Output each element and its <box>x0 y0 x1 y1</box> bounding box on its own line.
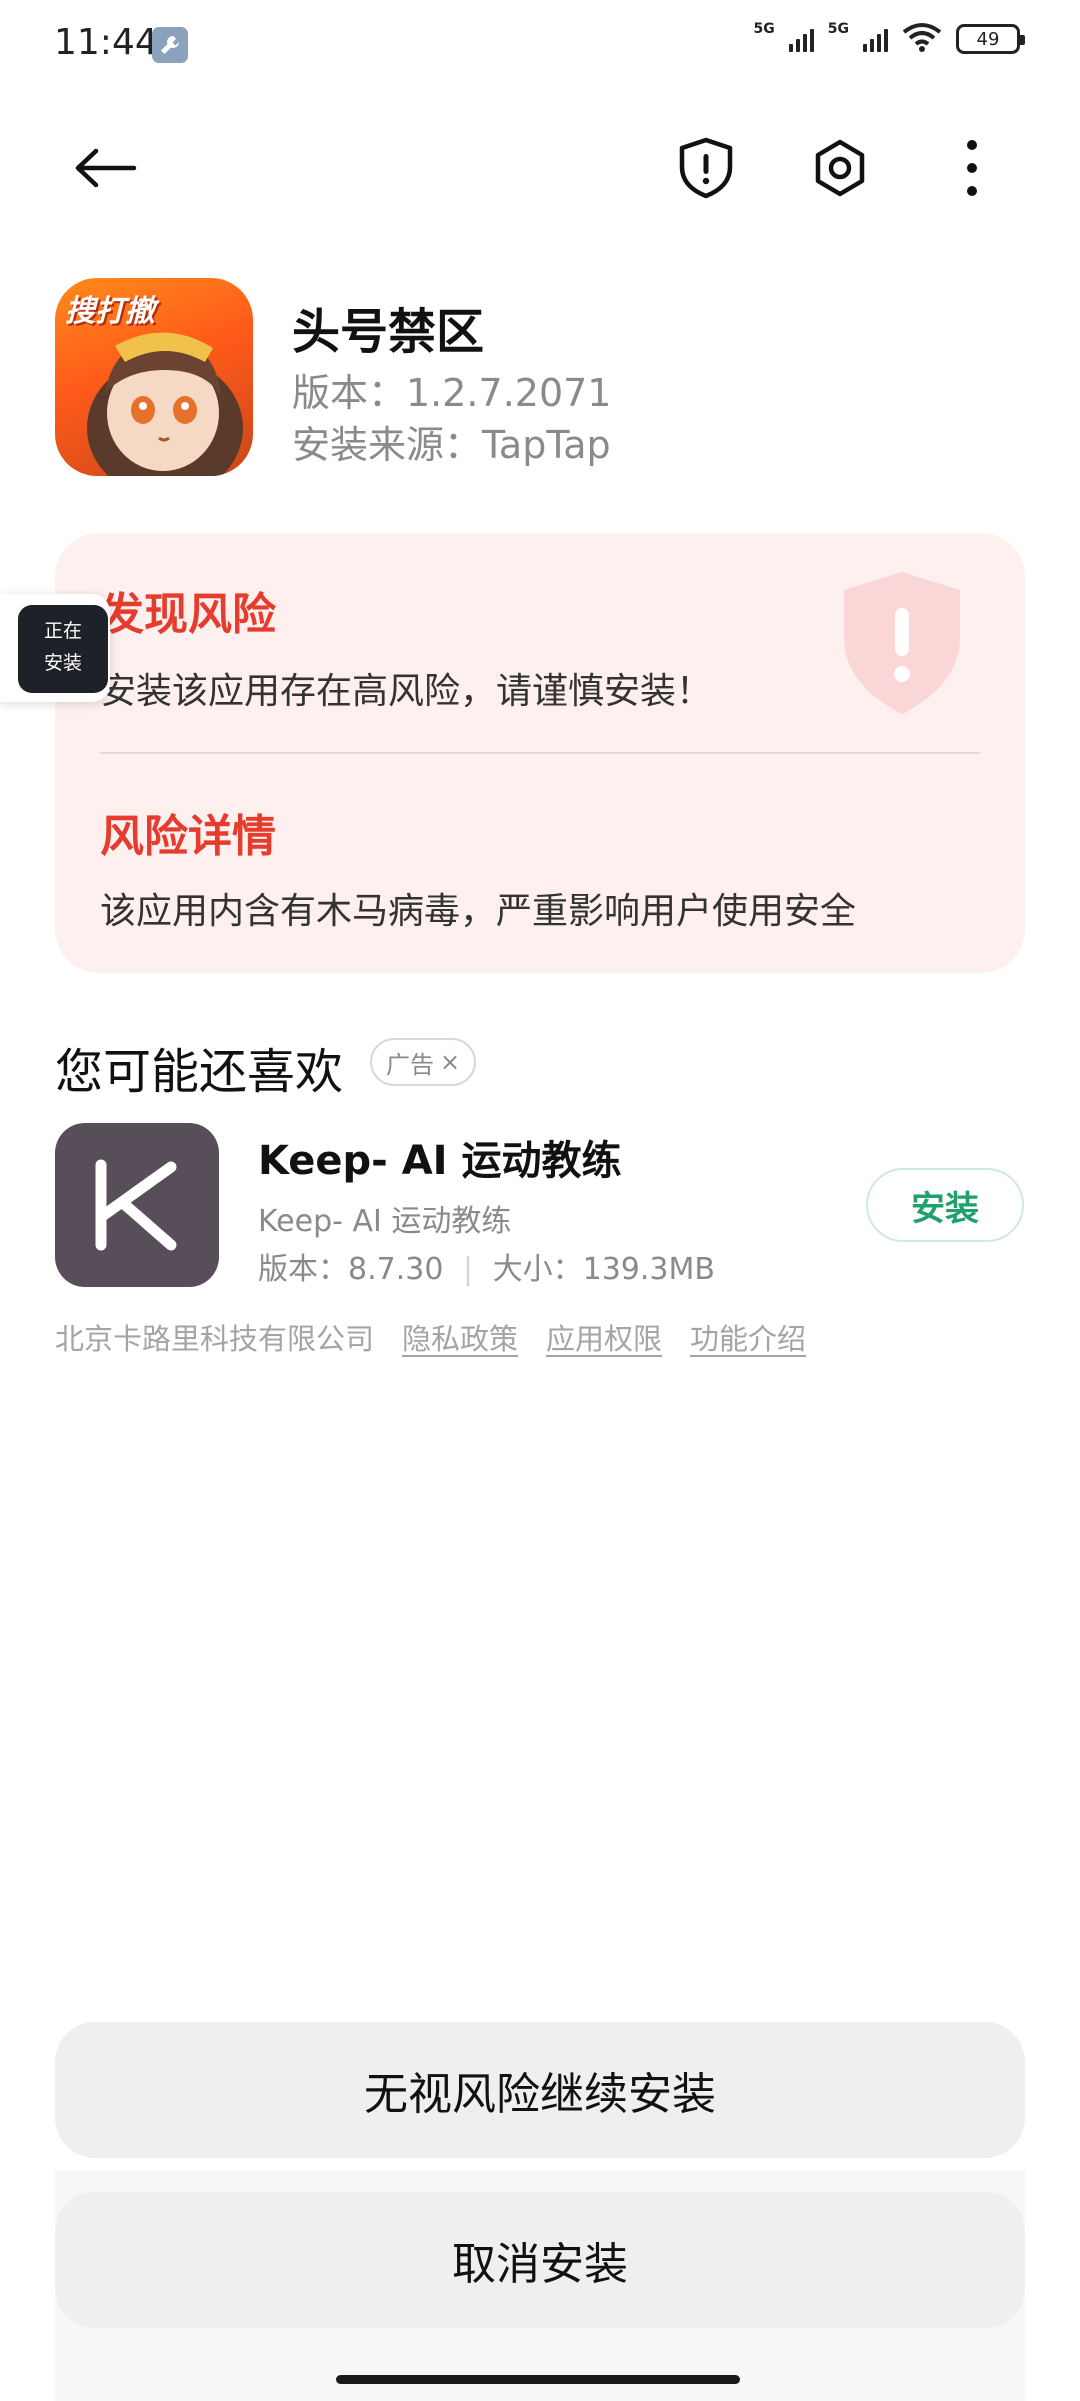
risk-shield-icon <box>838 568 966 718</box>
risk-message: 安装该应用存在高风险，请谨慎安装！ <box>100 671 713 712</box>
cancel-install-button[interactable]: 取消安装 <box>55 2192 1025 2328</box>
network-type-2: 5G <box>827 21 849 37</box>
battery-indicator: 49 <box>956 24 1025 54</box>
keep-logo-icon <box>95 1159 177 1251</box>
ad-badge[interactable]: 广告 × <box>370 1038 477 1086</box>
risk-details-text: 该应用内含有木马病毒，严重影响用户使用安全 <box>100 891 857 932</box>
game-character-illustration <box>87 332 243 476</box>
wrench-icon <box>152 27 188 63</box>
status-indicators: 5G 5G 49 <box>753 21 1025 56</box>
app-permissions-link[interactable]: 应用权限 <box>546 1316 662 1358</box>
meta-separator: | <box>462 1252 474 1287</box>
keep-app-meta: 版本：8.7.30 | 大小：139.3MB <box>258 1244 715 1288</box>
hexagon-settings-icon <box>815 139 865 197</box>
close-icon[interactable]: × <box>440 1048 460 1076</box>
shield-alert-icon <box>679 137 733 199</box>
developer-links-row: 北京卡路里科技有限公司 隐私政策 应用权限 功能介绍 <box>55 1316 806 1358</box>
keep-version: 版本：8.7.30 <box>258 1252 444 1287</box>
app-install-source: 安装来源：TapTap <box>292 423 611 467</box>
keep-app-name[interactable]: Keep- AI 运动教练 <box>258 1128 621 1186</box>
security-button[interactable] <box>666 128 746 208</box>
continue-install-button[interactable]: 无视风险继续安装 <box>55 2022 1025 2158</box>
status-time: 11:44 <box>54 22 158 63</box>
home-indicator[interactable] <box>336 2375 740 2384</box>
developer-name: 北京卡路里科技有限公司 <box>55 1322 375 1356</box>
features-link[interactable]: 功能介绍 <box>690 1316 806 1358</box>
risk-title: 发现风险 <box>100 589 276 640</box>
more-options-button[interactable] <box>932 128 1012 208</box>
keep-app-icon[interactable] <box>55 1123 219 1287</box>
app-version: 版本：1.2.7.2071 <box>292 371 612 415</box>
privacy-policy-link[interactable]: 隐私政策 <box>402 1316 518 1358</box>
back-button[interactable] <box>66 128 146 208</box>
signal-icon <box>788 26 814 52</box>
installing-indicator: 正在 安装 <box>18 605 108 693</box>
wifi-icon <box>902 22 942 56</box>
installing-line-2: 安装 <box>43 652 82 674</box>
app-name: 头号禁区 <box>292 304 485 360</box>
risk-details-title: 风险详情 <box>100 811 276 862</box>
arrow-left-icon <box>75 148 137 188</box>
settings-button[interactable] <box>800 128 880 208</box>
installing-floating-chip[interactable]: 正在 安装 <box>0 594 110 702</box>
ad-label: 广告 <box>386 1050 434 1079</box>
recommend-title: 您可能还喜欢 <box>55 1044 344 1100</box>
keep-app-subtitle: Keep- AI 运动教练 <box>258 1204 512 1239</box>
keep-install-button[interactable]: 安装 <box>866 1168 1024 1242</box>
risk-divider <box>100 752 980 754</box>
signal-icon <box>863 26 888 52</box>
keep-size: 大小：139.3MB <box>492 1252 715 1287</box>
network-type-1: 5G <box>753 21 775 37</box>
more-vertical-icon <box>967 140 977 196</box>
installing-line-1: 正在 <box>43 620 82 642</box>
app-icon: 搜打撤 <box>55 278 253 476</box>
